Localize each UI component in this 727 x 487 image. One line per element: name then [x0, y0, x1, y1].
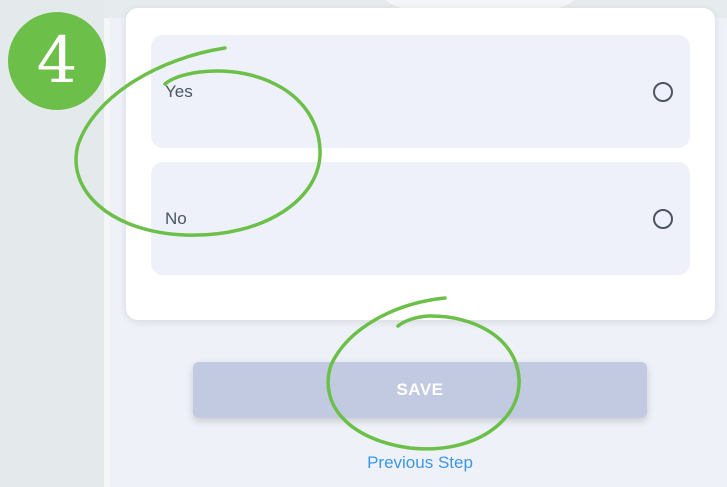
radio-no[interactable]	[653, 208, 673, 229]
step-number-badge: 4	[8, 12, 106, 110]
option-yes[interactable]: Yes	[151, 35, 690, 148]
option-no-label: No	[165, 208, 187, 228]
save-button[interactable]: SAVE	[193, 362, 647, 418]
option-yes-label: Yes	[165, 81, 193, 101]
previous-step-link[interactable]: Previous Step	[310, 453, 530, 473]
step-number: 4	[36, 24, 78, 98]
radio-yes[interactable]	[653, 81, 673, 102]
option-no[interactable]: No	[151, 162, 690, 275]
